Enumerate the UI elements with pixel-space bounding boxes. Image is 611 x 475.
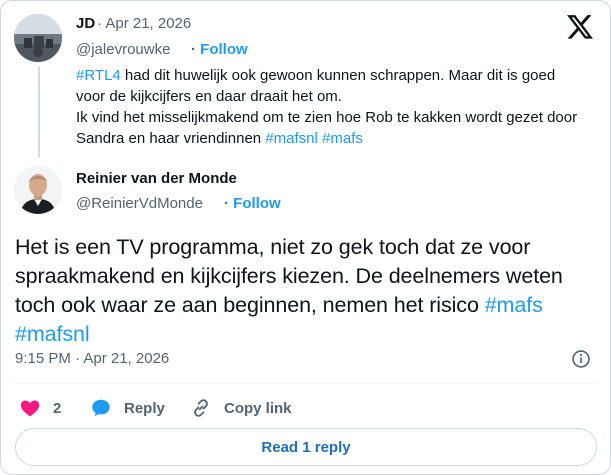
heart-icon: [20, 400, 40, 417]
reply-label: Reply: [124, 399, 165, 417]
post-text: Het is een TV programma, niet zo gek toc…: [15, 233, 601, 349]
quoted-post-text: #RTL4 had dit huwelijk ook gewoon kunnen…: [76, 65, 586, 149]
post-text-segment: Het is een TV programma, niet zo gek toc…: [15, 235, 563, 317]
separator-dot: ·: [191, 41, 201, 58]
reply-button[interactable]: Reply: [90, 397, 165, 419]
hashtag-link[interactable]: #RTL4: [76, 67, 121, 84]
hashtag-link[interactable]: #mafs: [322, 130, 363, 147]
copy-link-label: Copy link: [224, 399, 292, 417]
avatar-photo-icon: [14, 166, 62, 214]
author-name[interactable]: Reinier van der Monde: [76, 170, 237, 187]
hashtag-link[interactable]: #mafsnl: [265, 130, 318, 147]
read-replies-label: Read 1 reply: [261, 438, 351, 456]
follow-label[interactable]: Follow: [200, 41, 248, 58]
separator-dot: ·: [224, 195, 234, 212]
author-handle[interactable]: @jalevrouwke: [76, 41, 170, 58]
read-replies-button[interactable]: Read 1 reply: [15, 428, 597, 466]
avatar[interactable]: [14, 14, 62, 62]
like-button[interactable]: 2: [19, 397, 61, 419]
info-icon[interactable]: [571, 349, 591, 369]
follow-label[interactable]: Follow: [233, 195, 281, 212]
avatar[interactable]: [14, 166, 62, 214]
divider: [15, 383, 597, 384]
post-date[interactable]: · Apr 21, 2026: [97, 15, 191, 32]
copy-link-button[interactable]: Copy link: [190, 397, 292, 419]
embedded-post-card: JD · Apr 21, 2026 @jalevrouwke · Follow …: [0, 0, 611, 475]
author-name[interactable]: JD: [76, 15, 95, 32]
link-icon: [194, 399, 208, 417]
post-text-segment: had dit huwelijk ook gewoon kunnen schra…: [76, 67, 556, 105]
follow-button[interactable]: · Follow: [191, 41, 248, 58]
speech-bubble-icon: [92, 399, 110, 417]
post-timestamp[interactable]: 9:15 PM · Apr 21, 2026: [15, 350, 169, 367]
hashtag-link[interactable]: #mafs: [485, 293, 543, 317]
like-count: 2: [53, 399, 62, 417]
post-date-text[interactable]: Apr 21, 2026: [105, 15, 191, 32]
author-handle[interactable]: @ReinierVdMonde: [76, 195, 203, 212]
hashtag-link[interactable]: #mafsnl: [15, 322, 90, 346]
thread-line: [38, 67, 40, 157]
x-logo-icon[interactable]: [567, 15, 593, 39]
follow-button[interactable]: · Follow: [224, 195, 281, 212]
avatar-photo-icon: [14, 14, 62, 62]
